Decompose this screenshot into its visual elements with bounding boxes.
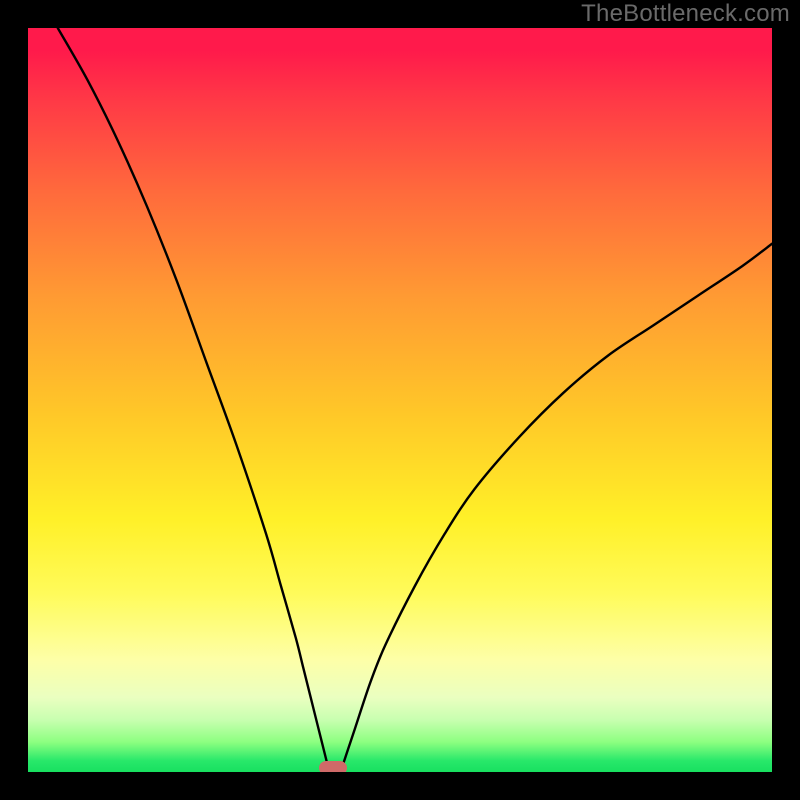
chart-frame: TheBottleneck.com — [0, 0, 800, 800]
plot-area — [28, 28, 772, 772]
bottleneck-marker — [319, 761, 347, 772]
bottleneck-curve-right — [340, 244, 772, 772]
watermark-text: TheBottleneck.com — [581, 0, 790, 28]
curve-layer — [28, 28, 772, 772]
bottleneck-curve-left — [58, 28, 330, 772]
